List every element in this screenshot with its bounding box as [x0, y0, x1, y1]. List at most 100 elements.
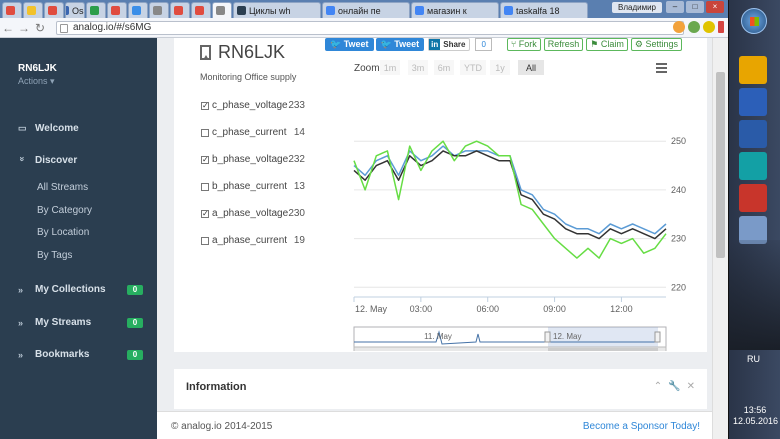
stream-field-row[interactable]: ✓ a_phase_voltage 230	[201, 208, 305, 219]
sponsor-link[interactable]: Become a Sponsor Today!	[583, 421, 700, 432]
sidebar: RN6LJK Actions ▾ ▭ Welcome » Discover Al…	[0, 38, 157, 439]
stream-field-row[interactable]: ✓ c_phase_voltage 233	[201, 100, 305, 111]
tab-label: taskalfa 18	[516, 5, 560, 16]
stream-field-row[interactable]: ✓ b_phase_voltage 232	[201, 154, 305, 165]
information-title: Information	[186, 381, 247, 393]
chevron-right-icon: »	[18, 317, 24, 328]
browser-tab[interactable]: Циклы wh	[233, 2, 321, 18]
system-clock[interactable]: 13:56 12.05.2016	[733, 405, 778, 427]
field-checkbox[interactable]: ✓	[201, 101, 209, 110]
extension-icon[interactable]	[673, 21, 685, 33]
linkedin-share-button[interactable]: in Share	[428, 38, 471, 51]
chevron-right-icon: »	[18, 284, 24, 295]
favicon-icon	[132, 6, 141, 15]
tab-label: Ossi	[72, 5, 84, 16]
page-icon	[60, 24, 68, 33]
reload-icon[interactable]: ↻	[32, 21, 48, 35]
favicon-icon	[415, 6, 424, 15]
bookmarks-count-badge: 0	[127, 350, 143, 360]
start-button[interactable]	[741, 8, 767, 34]
browser-tab[interactable]	[2, 2, 22, 18]
navigator-right-handle[interactable]	[654, 331, 661, 343]
address-bar[interactable]: analog.io/#/s6MG	[56, 21, 684, 35]
arduino-icon[interactable]	[739, 152, 767, 180]
scrollbar-thumb[interactable]	[716, 72, 725, 258]
field-name: a_phase_current	[212, 235, 288, 246]
favicon-icon	[237, 6, 246, 15]
forward-icon[interactable]: →	[16, 21, 32, 35]
claim-button[interactable]: ⚑ Claim	[586, 38, 628, 51]
zoom-button-1y: 1y	[495, 63, 505, 73]
nav-welcome[interactable]: ▭ Welcome	[18, 123, 79, 134]
settings-button[interactable]: ⚙ Settings	[630, 38, 682, 51]
nav-discover[interactable]: » Discover	[18, 155, 78, 166]
browser-tab[interactable]	[128, 2, 148, 18]
field-checkbox[interactable]	[201, 182, 209, 191]
actions-dropdown[interactable]: Actions ▾	[18, 76, 55, 87]
close-window-button[interactable]: ×	[706, 1, 724, 13]
series-line-a_phase_voltage	[353, 140, 667, 259]
bookmark-icon[interactable]	[200, 45, 211, 60]
back-icon[interactable]: ←	[0, 21, 16, 35]
y-tick-label: 250	[671, 136, 686, 146]
browser-tab[interactable]	[212, 2, 232, 18]
tab-label: магазин к	[427, 5, 467, 16]
nav-by-category[interactable]: By Category	[37, 205, 92, 216]
tweet-button-2[interactable]: 🐦 Tweet	[375, 38, 425, 51]
stream-field-row[interactable]: b_phase_current 13	[201, 181, 305, 192]
chart-menu-icon[interactable]	[656, 67, 667, 69]
nav-bookmarks[interactable]: » Bookmarks	[18, 349, 89, 360]
browser-tab[interactable]	[44, 2, 64, 18]
field-checkbox[interactable]: ✓	[201, 155, 209, 164]
field-name: b_phase_current	[212, 181, 288, 192]
language-indicator[interactable]: RU	[747, 354, 760, 364]
nav-all-streams[interactable]: All Streams	[37, 182, 88, 193]
tab-label: Циклы wh	[249, 5, 291, 16]
browser-tab[interactable]: магазин к	[411, 2, 499, 18]
collapse-icon[interactable]: ⌃	[654, 381, 662, 392]
browser-tab[interactable]	[107, 2, 127, 18]
navigator-scrollbar-thumb[interactable]	[548, 348, 658, 351]
extension-icon[interactable]	[688, 21, 700, 33]
minimize-button[interactable]: –	[666, 1, 684, 13]
share-count: 0	[475, 38, 492, 51]
fork-button[interactable]: ⑂ Fork	[506, 38, 541, 51]
pdf-icon[interactable]	[739, 184, 767, 212]
chrome-icon[interactable]	[739, 56, 767, 84]
nav-my-streams[interactable]: » My Streams	[18, 317, 91, 328]
profile-button[interactable]: Владимир	[611, 2, 662, 13]
field-checkbox[interactable]	[201, 128, 209, 137]
wrench-icon[interactable]: 🔧	[668, 381, 680, 392]
nav-by-tags[interactable]: By Tags	[37, 250, 72, 261]
voltage-chart[interactable]: Zoom 1m 3m 6m YTD 1y All 250 240 230 220 12. May 03:…	[326, 57, 686, 351]
extension-icon[interactable]	[703, 21, 715, 33]
browser-tab[interactable]	[23, 2, 43, 18]
browser-tab[interactable]	[191, 2, 211, 18]
browser-tab[interactable]	[149, 2, 169, 18]
chart-menu-icon[interactable]	[656, 63, 667, 65]
browser-tab[interactable]: онлайн пе	[322, 2, 410, 18]
menu-icon[interactable]	[718, 21, 724, 33]
field-name: a_phase_voltage	[212, 208, 289, 219]
calculator-icon[interactable]	[739, 88, 767, 116]
word-icon[interactable]	[739, 120, 767, 148]
refresh-button[interactable]: Refresh	[543, 38, 584, 51]
tweet-button[interactable]: 🐦 Tweet	[325, 38, 374, 51]
field-checkbox[interactable]	[201, 236, 209, 245]
url-text: analog.io/#/s6MG	[73, 22, 152, 33]
field-value: 233	[288, 100, 305, 111]
close-icon[interactable]: ✕	[687, 381, 695, 392]
navigator-left-handle[interactable]	[544, 331, 551, 343]
field-checkbox[interactable]: ✓	[201, 209, 209, 218]
stream-field-row[interactable]: c_phase_current 14	[201, 127, 305, 138]
browser-tab[interactable]: taskalfa 18	[500, 2, 588, 18]
browser-tab[interactable]	[86, 2, 106, 18]
browser-tab[interactable]: Ossi	[65, 2, 85, 18]
maximize-button[interactable]: □	[686, 1, 704, 13]
browser-tab[interactable]	[170, 2, 190, 18]
nav-by-location[interactable]: By Location	[37, 227, 89, 238]
page-scrollbar[interactable]	[712, 38, 728, 439]
nav-my-collections[interactable]: » My Collections	[18, 284, 106, 295]
chart-menu-icon[interactable]	[656, 71, 667, 73]
stream-field-row[interactable]: a_phase_current 19	[201, 235, 305, 246]
